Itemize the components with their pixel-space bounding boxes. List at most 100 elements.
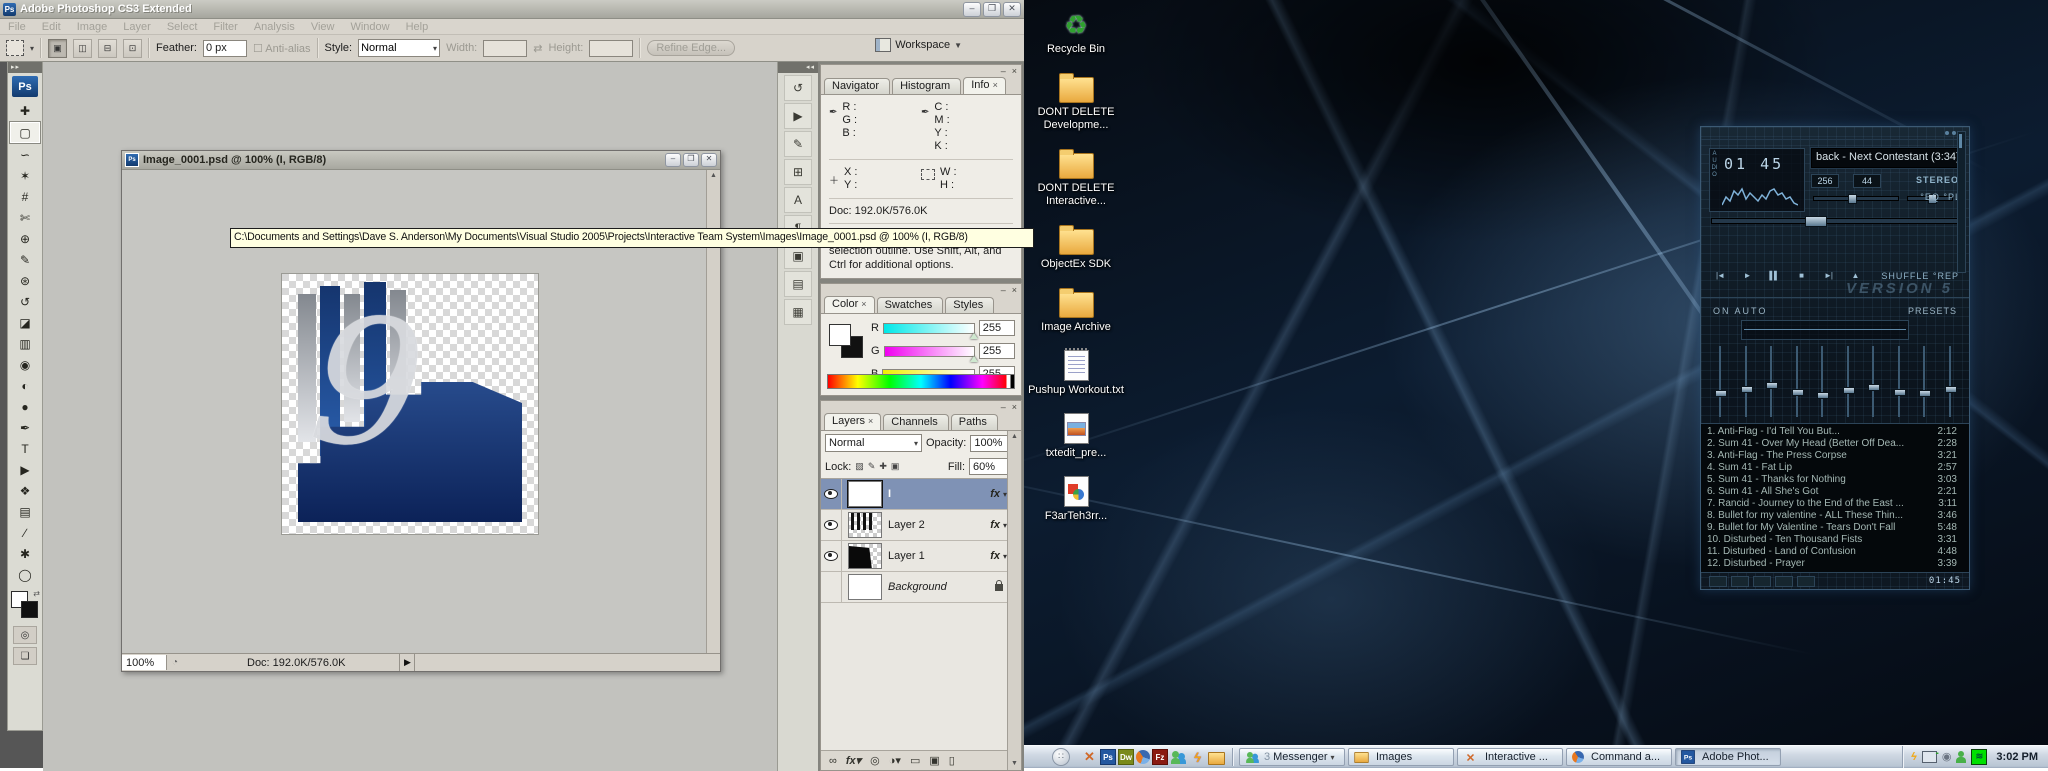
- zoom-level-field[interactable]: 100%: [122, 655, 167, 670]
- layer-row[interactable]: Layer 1 fx ▾: [821, 541, 1021, 572]
- play-button[interactable]: ►: [1738, 269, 1756, 283]
- playlist-item[interactable]: 2. Sum 41 - Over My Head (Better Off Dea…: [1707, 438, 1957, 450]
- eq-band-slider[interactable]: [1894, 346, 1904, 417]
- panel-tab[interactable]: Swatches: [877, 297, 944, 313]
- playlist-remove-button[interactable]: [1731, 576, 1749, 587]
- rectangular-marquee-tool[interactable]: ▢: [9, 121, 41, 144]
- height-input[interactable]: [589, 40, 633, 57]
- desktop-icon[interactable]: Image Archive: [1028, 284, 1124, 334]
- panel-tab[interactable]: Layers×: [824, 413, 881, 430]
- subtract-from-selection-button[interactable]: ⊟: [98, 39, 117, 58]
- eq-band-slider[interactable]: [1715, 346, 1725, 417]
- clone-source-panel-icon[interactable]: ⊞: [784, 159, 812, 185]
- slider-thumb-icon[interactable]: [970, 356, 978, 362]
- playlist-list-button[interactable]: [1797, 576, 1815, 587]
- character-panel-icon[interactable]: A: [784, 187, 812, 213]
- playlist-misc-button[interactable]: [1775, 576, 1793, 587]
- playlist-item[interactable]: 12. Disturbed - Prayer 3:39: [1707, 558, 1957, 570]
- taskbar-button-images[interactable]: Images: [1348, 748, 1454, 766]
- move-tool[interactable]: ✚: [10, 100, 40, 121]
- slider-thumb-icon[interactable]: [1894, 389, 1906, 396]
- menu-item[interactable]: Select: [159, 21, 206, 33]
- playlist-item[interactable]: 6. Sum 41 - All She's Got 2:21: [1707, 486, 1957, 498]
- layer-name[interactable]: Layer 1: [888, 550, 990, 562]
- panel-tab[interactable]: Paths: [951, 414, 998, 430]
- delete-layer-icon[interactable]: ▯: [949, 754, 955, 767]
- panel-tab[interactable]: Info×: [963, 77, 1006, 94]
- eq-band-slider[interactable]: [1741, 346, 1751, 417]
- lock-position-icon[interactable]: ✚: [879, 461, 887, 472]
- panel-minimize-icon[interactable]: ‒: [1001, 402, 1006, 412]
- eq-band-slider[interactable]: [1868, 346, 1878, 417]
- magic-wand-tool[interactable]: ✶: [10, 165, 40, 186]
- desktop-icon[interactable]: ♻ Recycle Bin: [1028, 6, 1124, 56]
- network-monitor-tray-icon[interactable]: ≋: [1971, 749, 1987, 765]
- background-color-swatch[interactable]: [21, 601, 38, 618]
- desktop-icon[interactable]: DONT DELETE Developme...: [1028, 69, 1124, 132]
- color-slider[interactable]: [884, 346, 975, 357]
- crop-tool[interactable]: #: [10, 186, 40, 207]
- dreamweaver-quicklaunch-icon[interactable]: Dw: [1118, 749, 1134, 765]
- folder-quicklaunch-icon[interactable]: [1208, 752, 1225, 765]
- menu-item[interactable]: Window: [342, 21, 397, 33]
- add-to-selection-button[interactable]: ◫: [73, 39, 92, 58]
- monitor-taskbar-button[interactable]: ∷: [1052, 748, 1070, 766]
- layer-name[interactable]: Background: [888, 581, 995, 593]
- menu-item[interactable]: Help: [398, 21, 437, 33]
- layer-name[interactable]: Layer 2: [888, 519, 990, 531]
- blend-mode-dropdown[interactable]: Normal▾: [825, 434, 922, 452]
- swap-colors-icon[interactable]: ⇄: [33, 589, 40, 598]
- hand-tool[interactable]: ✱: [10, 543, 40, 564]
- panel-tab[interactable]: Histogram: [892, 78, 961, 94]
- visibility-toggle[interactable]: [821, 541, 842, 571]
- new-layer-icon[interactable]: ▣: [929, 754, 939, 767]
- eq-pl-toggles[interactable]: °EQ °PL: [1920, 192, 1961, 202]
- stop-button[interactable]: ■: [1792, 269, 1810, 283]
- document-restore-button[interactable]: ❐: [683, 153, 699, 167]
- layer-effects-icon[interactable]: fx: [990, 550, 1000, 562]
- menu-item[interactable]: Image: [69, 21, 116, 33]
- toolbox-collapse-handle[interactable]: ▸▸: [8, 62, 42, 73]
- menu-item[interactable]: File: [0, 21, 34, 33]
- layer-thumbnail[interactable]: [848, 481, 882, 507]
- slider-thumb-icon[interactable]: [1741, 386, 1753, 393]
- photoshop-titlebar[interactable]: Ps Adobe Photoshop CS3 Extended – ❐ ✕: [0, 0, 1024, 19]
- slice-tool[interactable]: ✄: [10, 207, 40, 228]
- previous-button[interactable]: |◄: [1711, 269, 1729, 283]
- desktop-icon[interactable]: F3arTeh3rr...: [1028, 473, 1124, 523]
- seek-thumb-icon[interactable]: [1805, 216, 1827, 227]
- winamp-tray-icon[interactable]: ϟ: [1911, 749, 1917, 765]
- panel-tab[interactable]: Channels: [883, 414, 948, 430]
- layer-thumbnail[interactable]: [848, 574, 882, 600]
- layer-row[interactable]: I fx ▾: [821, 479, 1021, 510]
- taskbar-button-command[interactable]: Command a...: [1566, 748, 1672, 766]
- dock-collapse-handle[interactable]: ◂◂: [778, 62, 818, 73]
- layer-style-icon[interactable]: fx▾: [846, 754, 861, 767]
- menu-item[interactable]: Edit: [34, 21, 69, 33]
- playlist-item[interactable]: 1. Anti-Flag - I'd Tell You But... 2:12: [1707, 426, 1957, 438]
- dodge-tool[interactable]: ◐: [10, 375, 40, 396]
- layer-thumbnail[interactable]: [848, 512, 882, 538]
- pen-tool[interactable]: ✒: [10, 417, 40, 438]
- taskbar-button-adobe-photoshop[interactable]: Ps Adobe Phot...: [1675, 748, 1781, 766]
- healing-brush-tool[interactable]: ⊕: [10, 228, 40, 249]
- photoshop-quicklaunch-icon[interactable]: Ps: [1100, 749, 1116, 765]
- menu-item[interactable]: Filter: [205, 21, 245, 33]
- foreground-color-swatch[interactable]: [829, 324, 851, 346]
- winamp-titlebar[interactable]: [1701, 127, 1969, 140]
- width-input[interactable]: [483, 40, 527, 57]
- zoom-tool[interactable]: ◯: [10, 564, 40, 585]
- eq-band-slider[interactable]: [1945, 346, 1955, 417]
- layer-name[interactable]: I: [888, 488, 990, 500]
- playlist-item[interactable]: 11. Disturbed - Land of Confusion 4:48: [1707, 546, 1957, 558]
- status-menu-icon[interactable]: ◔: [167, 657, 183, 668]
- volume-tray-icon[interactable]: ◉: [1942, 749, 1952, 765]
- burn-tool[interactable]: ●: [10, 396, 40, 417]
- document-close-button[interactable]: ✕: [701, 153, 717, 167]
- slider-thumb-icon[interactable]: [1715, 390, 1727, 397]
- layers-scrollbar[interactable]: ▲ ▼: [1007, 431, 1021, 770]
- status-options-arrow[interactable]: ▶: [399, 654, 415, 671]
- winamp-minimize-icon[interactable]: [1945, 131, 1949, 135]
- channel-value-field[interactable]: 255: [979, 320, 1015, 336]
- eq-band-slider[interactable]: [1843, 346, 1853, 417]
